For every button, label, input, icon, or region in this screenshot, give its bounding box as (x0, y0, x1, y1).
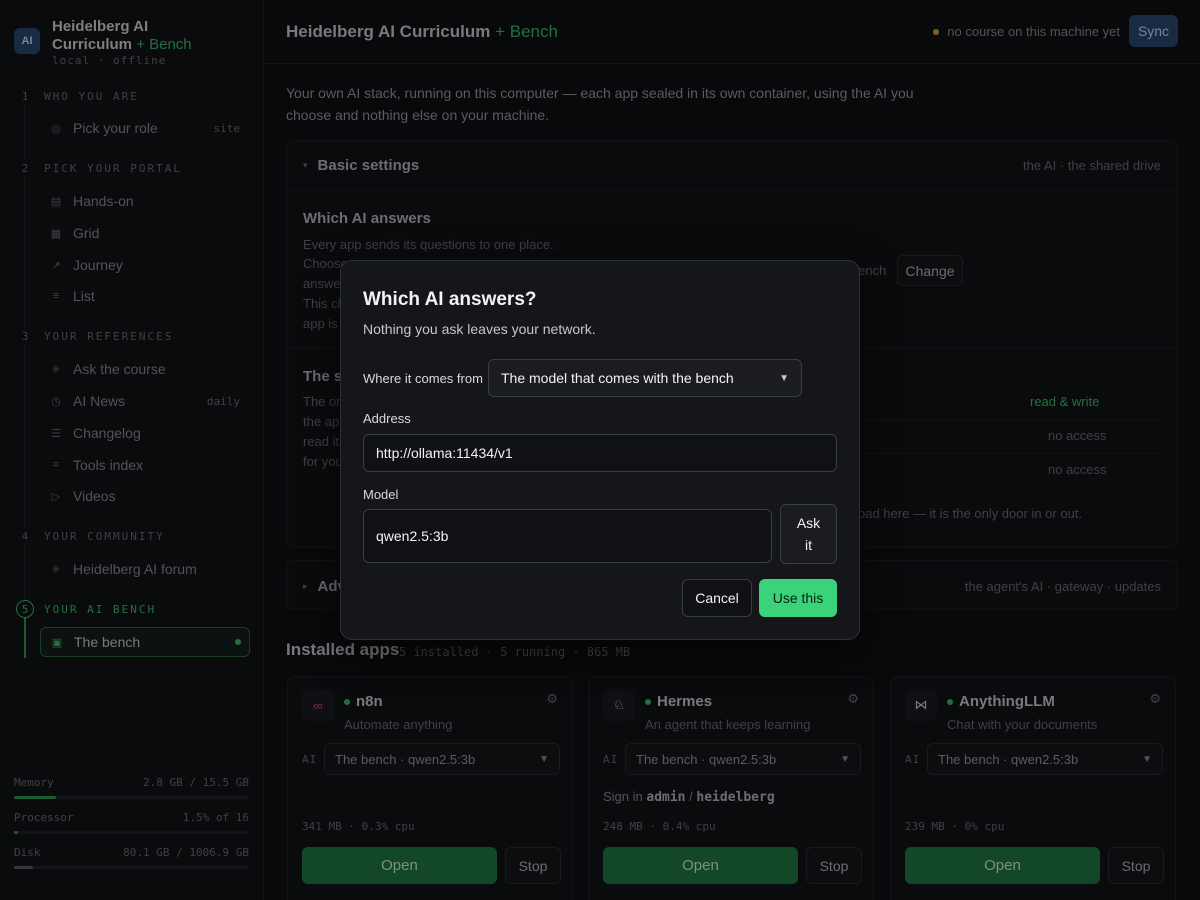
model-input[interactable]: qwen2.5:3b (363, 509, 772, 563)
address-input[interactable]: http://ollama:11434/v1 (363, 434, 837, 472)
source-label: Where it comes from (363, 371, 483, 386)
cancel-button[interactable]: Cancel (682, 579, 752, 617)
model-label: Model (363, 487, 399, 502)
chevron-down-icon: ▼ (779, 372, 789, 384)
dialog-title: Which AI answers? (363, 289, 537, 310)
address-label: Address (363, 411, 411, 426)
ask-it-button[interactable]: Ask it (780, 504, 837, 564)
use-this-button[interactable]: Use this (759, 579, 837, 617)
which-ai-dialog: Which AI answers? Nothing you ask leaves… (340, 260, 860, 640)
dialog-subtitle: Nothing you ask leaves your network. (363, 321, 596, 337)
source-select[interactable]: The model that comes with the bench ▼ (488, 359, 802, 397)
